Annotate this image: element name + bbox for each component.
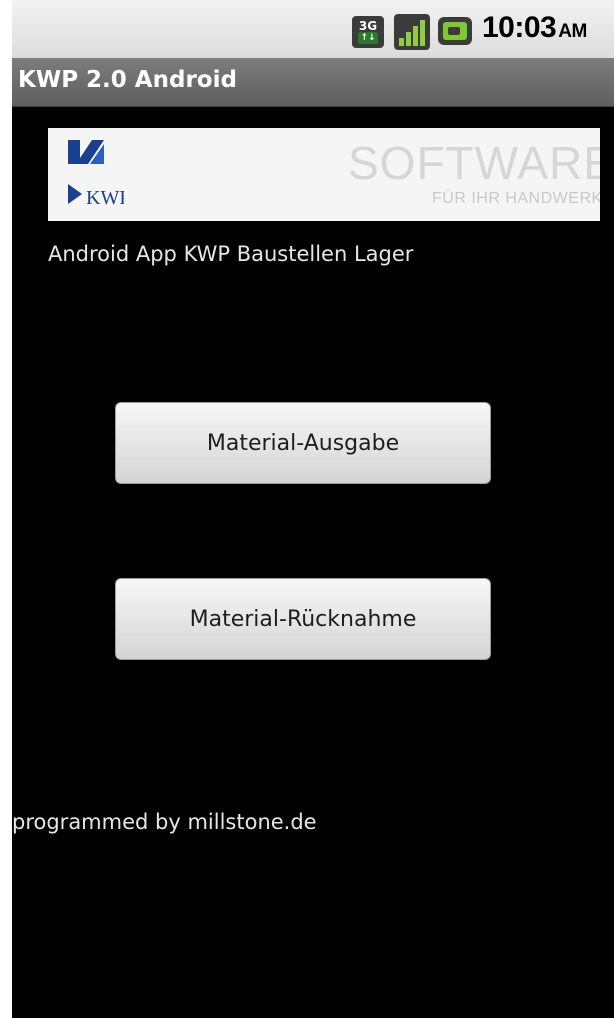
app-description: Android App KWP Baustellen Lager [48,242,414,266]
status-clock: 10:03 AM [482,11,587,45]
material-ruecknahme-button[interactable]: Material-Rücknahme [115,578,491,660]
clock-time: 10:03 [482,11,557,44]
footer-credit: programmed by millstone.de [12,810,317,834]
kwp-logo-text: KWP [86,187,124,209]
battery-icon [438,17,472,45]
logo-banner: KWP SOFTWARE FÜR IHR HANDWERK [48,128,600,221]
tagline-watermark: FÜR IHR HANDWERK [432,190,600,207]
kwp-logo-icon: KWP [68,140,124,209]
app-screen: 3G ↑↓ 10:03AM KWP 2.0 Android KWP SOFTWA… [12,0,614,1018]
status-bar: 3G ↑↓ 10:03 AM [12,0,614,58]
software-watermark: SOFTWARE [348,137,600,189]
app-title: KWP 2.0 Android [18,67,237,93]
material-ausgabe-button[interactable]: Material-Ausgabe [115,402,491,484]
3g-network-icon: 3G ↑↓ [352,16,384,48]
title-bar: KWP 2.0 Android [12,58,614,107]
clock-ampm: AM [558,21,587,42]
network-activity-label: ↑↓ [358,32,378,44]
network-type-label: 3G [358,19,378,33]
signal-strength-icon [394,14,430,50]
